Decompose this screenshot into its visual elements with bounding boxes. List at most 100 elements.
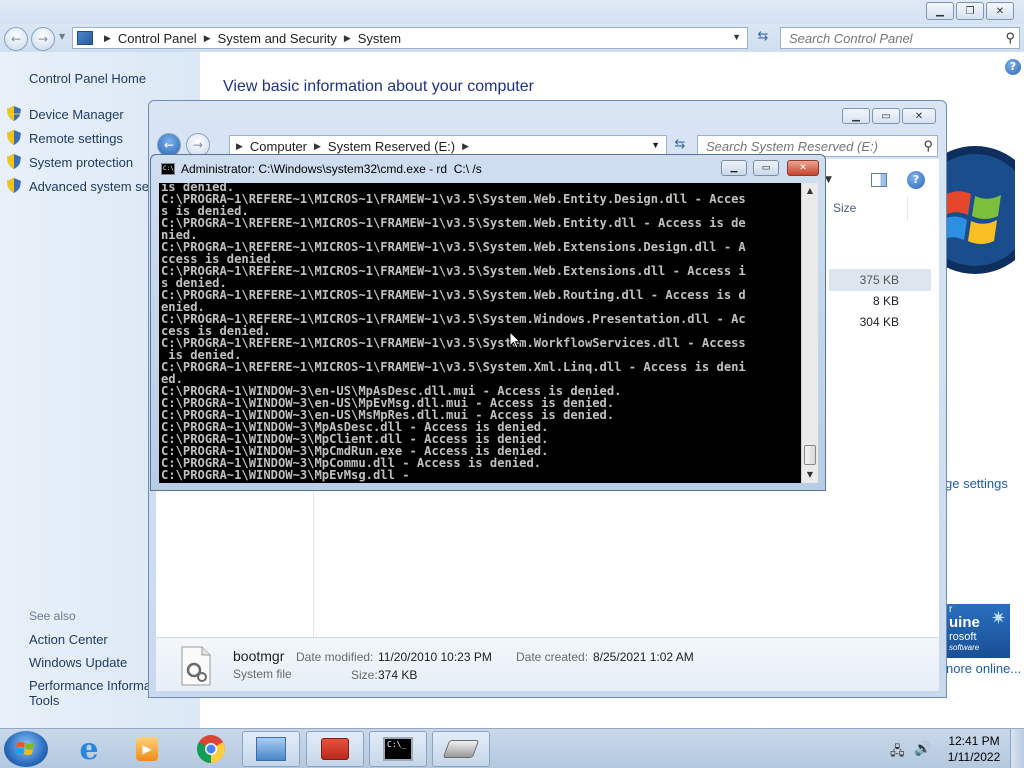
console-line: C:\PROGRA~1\REFERE~1\MICROS~1\FRAMEW~1\v… [161,336,746,350]
windows-start-icon [15,742,34,755]
drive-icon [442,740,480,758]
address-dropdown-icon[interactable]: ▼ [732,32,741,42]
search-placeholder: Search System Reserved (E:) [706,139,878,154]
refresh-icon[interactable]: ⇆ [670,137,690,152]
date-created-label: Date created: [516,650,589,664]
breadcrumb-control-panel[interactable]: Control Panel [118,31,197,46]
size-cell: 375 KB [859,273,899,287]
taskbar-internet-explorer[interactable]: e [60,731,118,767]
clock[interactable]: 12:41 PM 1/11/2022 [944,733,1004,765]
taskbar-media-player[interactable]: ▶ [118,731,176,767]
cmd-icon: C:\ [161,163,175,175]
forward-button[interactable]: → [31,27,55,51]
control-panel-icon [77,31,93,45]
scrollbar-thumb[interactable] [804,445,816,465]
show-desktop-button[interactable] [1010,729,1024,768]
column-header-size[interactable]: Size [833,201,856,215]
control-panel-address-bar[interactable]: ▶ Control Panel ▶ System and Security ▶ … [72,27,748,49]
sidebar-item-system-protection[interactable]: System protection [29,155,133,170]
date-created-value: 8/25/2021 1:02 AM [593,650,694,664]
taskbar-toolbox[interactable] [306,731,364,767]
mouse-cursor-icon [509,331,521,349]
column-divider[interactable] [907,197,908,221]
chrome-icon [197,735,225,763]
scroll-up-icon[interactable]: ▲ [802,183,818,199]
console-output[interactable]: is denied. C:\PROGRA~1\REFERE~1\MICROS~1\… [159,183,801,483]
preview-pane-icon[interactable] [871,173,887,187]
taskbar-cmd[interactable]: C:\_ [369,731,427,767]
refresh-icon[interactable]: ⇆ [753,29,773,47]
address-dropdown-icon[interactable]: ▼ [651,140,660,150]
back-button[interactable]: ← [4,27,28,51]
close-button[interactable]: ✕ [787,160,819,176]
taskbar: e ▶ C:\_ 🖧 🔊 [0,728,1024,768]
explorer-toolbar: ▼ ? [815,171,940,197]
taskbar-chrome[interactable] [182,731,240,767]
toolbox-icon [321,738,349,760]
console-lines: is denied. C:\PROGRA~1\REFERE~1\MICROS~1\… [161,183,746,481]
control-panel-icon [256,737,286,761]
genuine-text-3: rosoft [949,631,977,643]
date-modified-label: Date modified: [296,650,374,664]
search-icon[interactable]: ⚲ [923,138,933,154]
sidebar-item-advanced-system-settings[interactable]: Advanced system setti [29,179,159,194]
control-panel-titlebar: ▁ ❐ ✕ [0,0,1024,24]
console-line: C:\PROGRA~1\WINDOW~3\MpEvMsg.dll - [161,468,410,482]
sidebar-item-remote-settings[interactable]: Remote settings [29,131,123,146]
search-icon[interactable]: ⚲ [1005,30,1015,46]
vertical-scrollbar[interactable]: ▲ ▼ [801,183,818,483]
views-dropdown-icon[interactable]: ▼ [825,175,832,185]
see-also-windows-update[interactable]: Windows Update [29,655,127,670]
clock-time: 12:41 PM [948,734,1000,748]
control-panel-search-input[interactable]: Search Control Panel ⚲ [780,27,1020,49]
minimize-button[interactable]: ▁ [721,160,747,176]
cmd-window: C:\ Administrator: C:\Windows\system32\c… [150,154,826,491]
details-pane: bootmgr System file Date modified: 11/20… [156,637,939,691]
close-button[interactable]: ✕ [902,108,936,124]
see-also-performance-information[interactable]: Performance Informat [29,678,155,693]
recent-pages-icon[interactable]: ▼ [59,32,65,41]
genuine-microsoft-badge[interactable]: r uine rosoft software ✷ [946,604,1010,658]
scroll-down-icon[interactable]: ▼ [802,467,818,483]
size-value: 374 KB [378,668,418,682]
search-placeholder: Search Control Panel [789,31,913,46]
breadcrumb-computer[interactable]: Computer [250,139,307,154]
see-also-action-center[interactable]: Action Center [29,632,108,647]
size-cell: 304 KB [859,315,899,329]
console-line: C:\PROGRA~1\REFERE~1\MICROS~1\FRAMEW~1\v… [161,360,746,374]
genuine-text-2: uine [949,614,980,631]
breadcrumb-system[interactable]: System [358,31,401,46]
minimize-button[interactable]: ▁ [926,2,954,20]
see-also-performance-tools[interactable]: Tools [29,693,59,708]
console-line: C:\PROGRA~1\REFERE~1\MICROS~1\FRAMEW~1\v… [161,288,746,302]
console-line: C:\PROGRA~1\REFERE~1\MICROS~1\FRAMEW~1\v… [161,216,746,230]
shield-icon [7,154,21,169]
taskbar-drive[interactable] [432,731,490,767]
maximize-button[interactable]: ▭ [753,160,779,176]
help-icon[interactable]: ? [1005,59,1021,75]
change-settings-link[interactable]: ge settings [945,476,1008,491]
sidebar-item-device-manager[interactable]: Device Manager [29,107,124,122]
maximize-button[interactable]: ▭ [872,108,900,124]
date-modified-value: 11/20/2010 10:23 PM [378,650,492,664]
network-icon[interactable]: 🖧 [890,742,905,764]
shield-icon [7,106,21,121]
maximize-button[interactable]: ❐ [956,2,984,20]
windows-logo [935,146,1015,274]
file-name: bootmgr [233,648,285,664]
more-online-link[interactable]: nore online... [946,661,1021,676]
taskbar-control-panel[interactable] [242,731,300,767]
close-button[interactable]: ✕ [986,2,1014,20]
shield-icon [7,178,21,193]
volume-icon[interactable]: 🔊 [914,741,931,757]
help-icon[interactable]: ? [907,171,925,189]
internet-explorer-icon: e [79,731,99,767]
sidebar-home-link[interactable]: Control Panel Home [29,71,146,86]
cmd-icon: C:\_ [383,737,413,761]
size-cell: 8 KB [872,294,899,308]
start-button[interactable] [4,731,48,767]
page-title: View basic information about your comput… [223,78,534,95]
minimize-button[interactable]: ▁ [842,108,870,124]
breadcrumb-system-and-security[interactable]: System and Security [218,31,337,46]
breadcrumb-system-reserved[interactable]: System Reserved (E:) [328,139,455,154]
